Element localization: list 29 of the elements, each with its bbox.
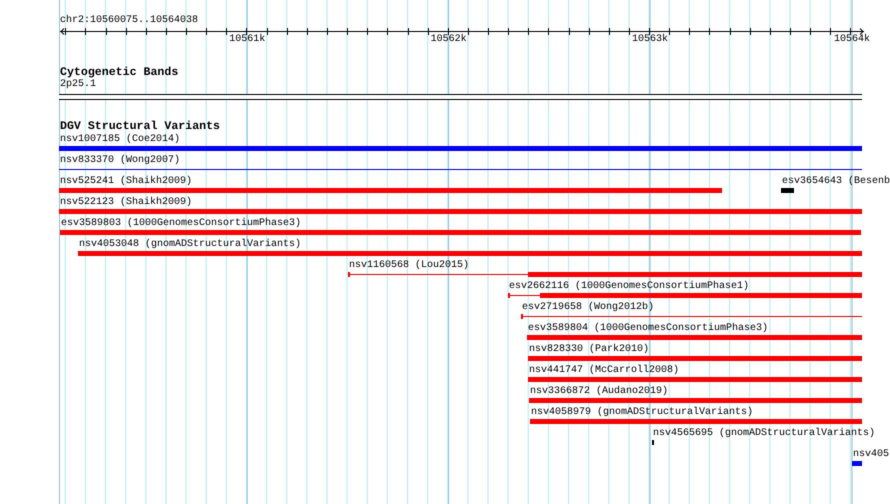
variant-label: esv3654643 (Besenb (782, 176, 890, 188)
variant-feature[interactable] (348, 272, 862, 277)
tick-label: 10561k (229, 34, 266, 46)
tick-label: 10563k (632, 34, 668, 46)
variant-label: nsv522123 (Shaikh2009) (60, 197, 192, 209)
location-label: chr2:10560075..10564038 (60, 15, 198, 27)
variant-label: nsv833370 (Wong2007) (60, 155, 180, 167)
variant-feature[interactable] (508, 293, 862, 298)
variant-label: nsv405 (853, 449, 890, 461)
track-title: DGV Structural Variants (59, 120, 222, 133)
variant-label: nsv4053048 (gnomADStructuralVariants) (79, 239, 302, 251)
variant-label: esv3589803 (1000GenomesConsortiumPhase3) (61, 218, 302, 230)
variant-feature[interactable] (521, 314, 862, 319)
variant-label: nsv4058979 (gnomADStructuralVariants) (531, 407, 754, 419)
variant-label: nsv4565695 (gnomADStructuralVariants) (653, 428, 876, 440)
variant-label: esv3589804 (1000GenomesConsortiumPhase3) (528, 323, 768, 335)
variant-label: nsv828330 (Park2010) (529, 344, 650, 356)
variant-label: nsv1160568 (Lou2015) (349, 260, 470, 272)
tick-label: 10562k (430, 34, 467, 46)
variant-label: esv2719658 (Wong2012b) (522, 302, 654, 314)
band-label: 2p25.1 (60, 79, 98, 91)
variant-feature[interactable] (59, 167, 862, 172)
variant-label: nsv3366872 (Audano2019) (530, 386, 668, 398)
variant-label: nsv1007185 (Coe2014) (60, 134, 180, 146)
variant-label: nsv441747 (McCarroll2008) (529, 365, 680, 377)
variant-label: esv2662116 (1000GenomesConsortiumPhase1) (509, 281, 750, 293)
variant-label: nsv525241 (Shaikh2009) (60, 176, 192, 188)
track-title: Cytogenetic Bands (60, 66, 180, 79)
tick-label: 10564k (834, 34, 870, 46)
